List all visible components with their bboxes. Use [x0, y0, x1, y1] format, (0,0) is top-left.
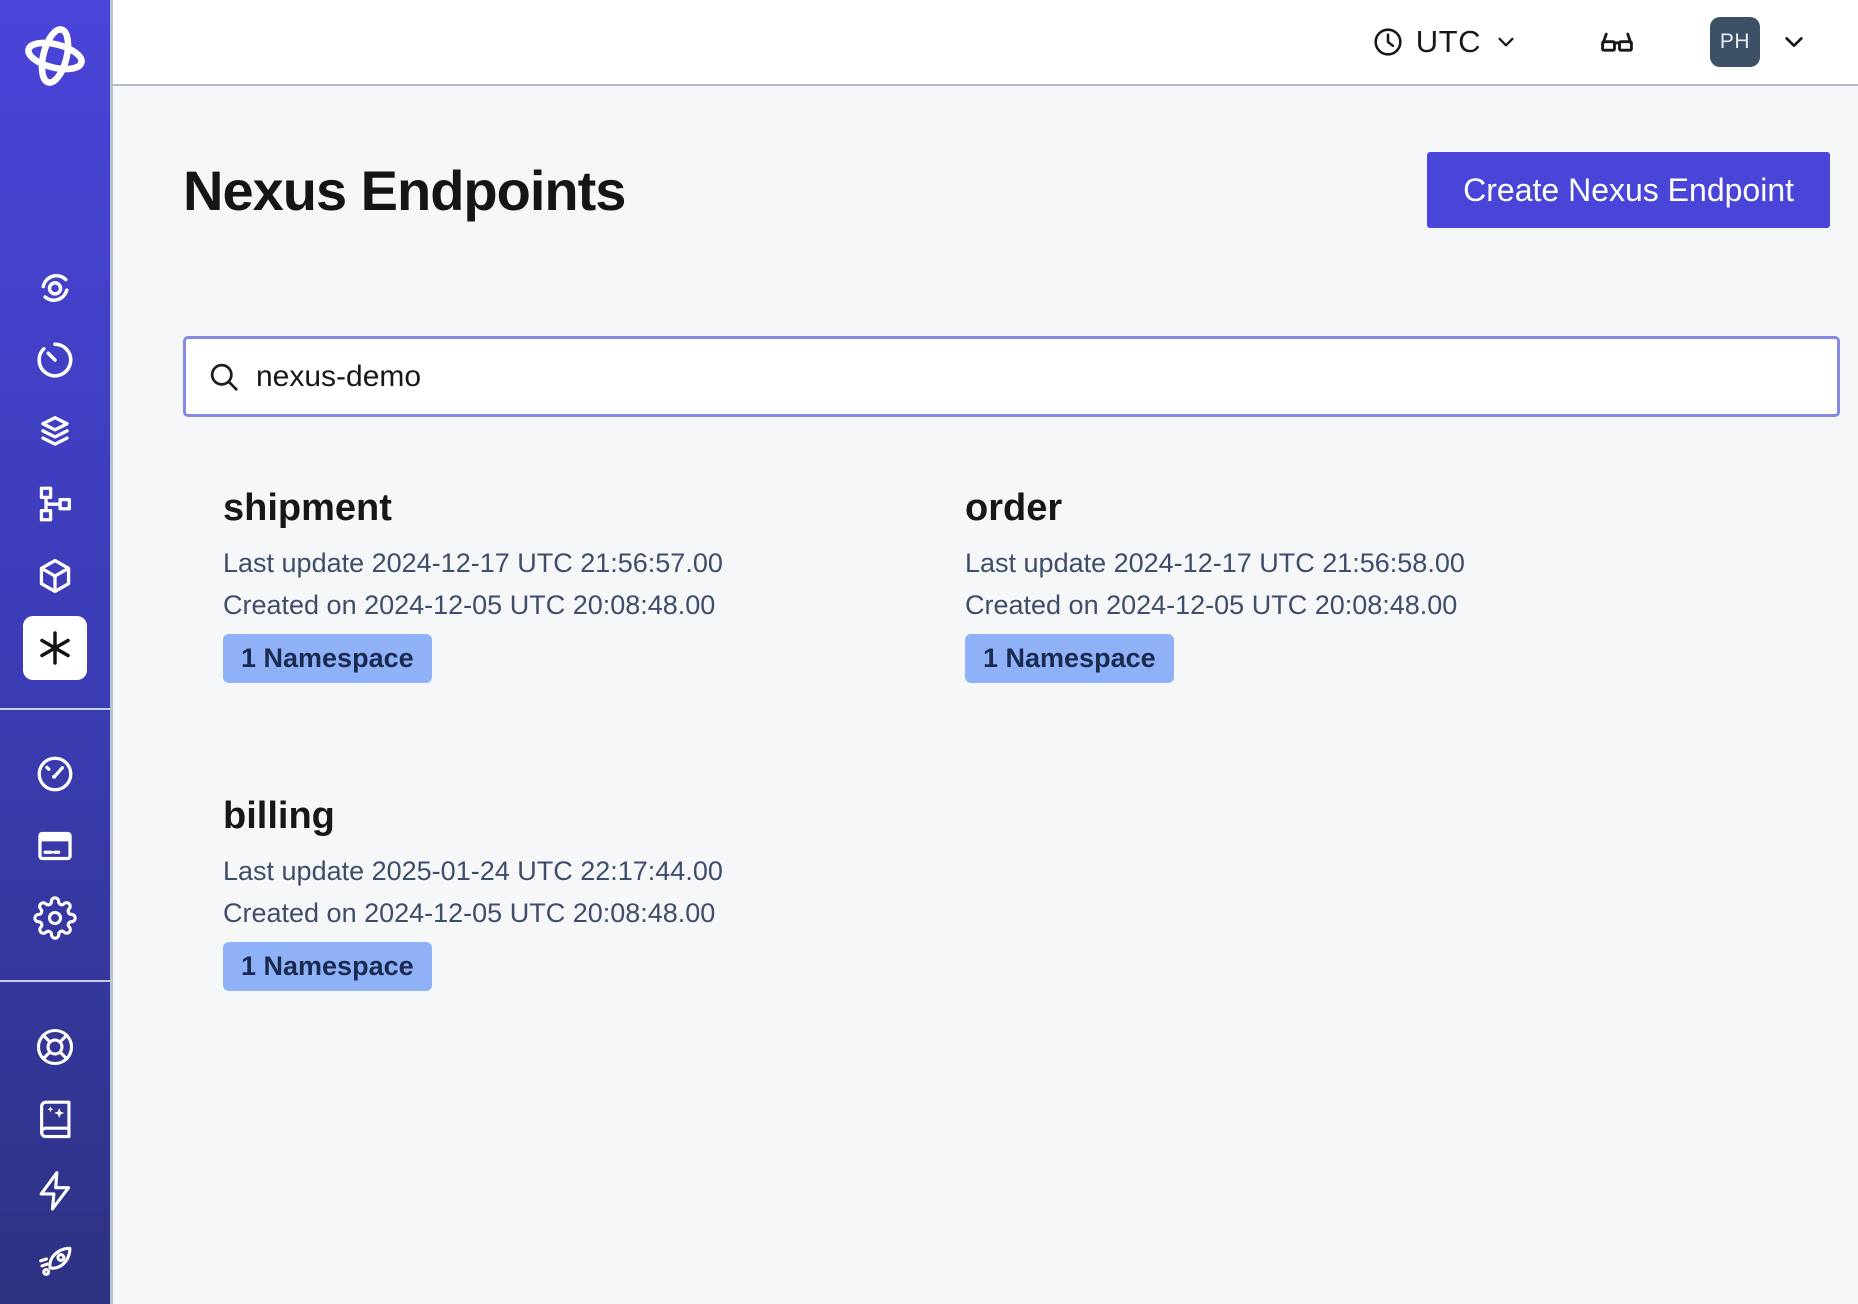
- sidebar-divider: [0, 708, 112, 710]
- flowchart-icon: [33, 482, 77, 526]
- namespace-badge: 1 Namespace: [223, 634, 432, 683]
- gauge-icon: [33, 752, 77, 796]
- endpoint-card[interactable]: shipment Last update 2024-12-17 UTC 21:5…: [223, 487, 965, 683]
- sidebar-nav-help: [23, 1015, 87, 1295]
- sidebar-divider: [0, 980, 112, 982]
- sidebar-nav-primary: [23, 256, 87, 680]
- sidebar-item-settings[interactable]: [23, 886, 87, 950]
- page-header: Nexus Endpoints Create Nexus Endpoint: [183, 152, 1840, 228]
- sidebar-item-workflows[interactable]: [23, 256, 87, 320]
- topbar: UTC PH: [113, 0, 1858, 86]
- sidebar-nav-account: [23, 742, 87, 950]
- sidebar-item-billing[interactable]: [23, 814, 87, 878]
- sidebar-item-getting-started[interactable]: [23, 1231, 87, 1295]
- endpoint-name: order: [965, 487, 1465, 530]
- content-area: Nexus Endpoints Create Nexus Endpoint sh…: [113, 86, 1858, 1304]
- search-box: [183, 336, 1840, 417]
- endpoint-card[interactable]: billing Last update 2025-01-24 UTC 22:17…: [223, 795, 965, 991]
- book-sparkle-icon: [33, 1097, 77, 1141]
- sidebar-item-schedules[interactable]: [23, 328, 87, 392]
- sidebar-item-batch-operations[interactable]: [23, 400, 87, 464]
- sidebar-item-docs[interactable]: [23, 1087, 87, 1151]
- sidebar-item-services[interactable]: [23, 544, 87, 608]
- search-row: [183, 336, 1840, 417]
- gear-icon: [33, 896, 77, 940]
- page-title: Nexus Endpoints: [183, 158, 625, 223]
- timezone-selector[interactable]: UTC: [1371, 24, 1520, 60]
- temporal-logo-icon: [21, 22, 89, 90]
- endpoint-last-update: Last update 2025-01-24 UTC 22:17:44.00: [223, 854, 965, 888]
- asterisk-icon: [33, 626, 77, 670]
- endpoint-card[interactable]: order Last update 2024-12-17 UTC 21:56:5…: [965, 487, 1465, 683]
- namespace-badge: 1 Namespace: [223, 942, 432, 991]
- user-avatar[interactable]: PH: [1710, 17, 1760, 67]
- timer-icon: [33, 338, 77, 382]
- search-icon: [206, 359, 242, 395]
- sidebar-item-deployments[interactable]: [23, 472, 87, 536]
- sidebar-item-nexus[interactable]: [23, 616, 87, 680]
- endpoint-last-update: Last update 2024-12-17 UTC 21:56:58.00: [965, 546, 1465, 580]
- search-input[interactable]: [256, 360, 1817, 394]
- sidebar-item-support[interactable]: [23, 1015, 87, 1079]
- temporal-logo[interactable]: [19, 20, 91, 92]
- clock-icon: [1371, 25, 1405, 59]
- endpoint-name: billing: [223, 795, 965, 838]
- chevron-down-icon: [1492, 28, 1520, 56]
- cube-icon: [33, 554, 77, 598]
- user-menu-toggle[interactable]: [1778, 26, 1810, 58]
- main-column: UTC PH Nexus Endpoints Create Nexus: [113, 0, 1858, 1304]
- endpoint-created-on: Created on 2024-12-05 UTC 20:08:48.00: [223, 588, 965, 622]
- endpoint-cards-grid: shipment Last update 2024-12-17 UTC 21:5…: [223, 487, 1840, 991]
- sidebar-item-feedback[interactable]: [23, 1159, 87, 1223]
- sidebar: [0, 0, 113, 1304]
- user-initials: PH: [1720, 30, 1750, 54]
- spiral-icon: [33, 266, 77, 310]
- credit-card-icon: [33, 824, 77, 868]
- layers-icon: [33, 410, 77, 454]
- chevron-down-icon: [1778, 26, 1810, 58]
- namespace-badge: 1 Namespace: [965, 634, 1174, 683]
- lifebuoy-icon: [33, 1025, 77, 1069]
- labs-toggle[interactable]: [1598, 23, 1636, 61]
- timezone-label: UTC: [1416, 24, 1481, 60]
- glasses-icon: [1598, 23, 1636, 61]
- endpoint-name: shipment: [223, 487, 965, 530]
- lightning-icon: [33, 1169, 77, 1213]
- endpoint-last-update: Last update 2024-12-17 UTC 21:56:57.00: [223, 546, 965, 580]
- endpoint-created-on: Created on 2024-12-05 UTC 20:08:48.00: [223, 896, 965, 930]
- sidebar-item-usage[interactable]: [23, 742, 87, 806]
- endpoint-created-on: Created on 2024-12-05 UTC 20:08:48.00: [965, 588, 1465, 622]
- create-nexus-endpoint-button[interactable]: Create Nexus Endpoint: [1427, 152, 1830, 228]
- rocket-icon: [33, 1241, 77, 1285]
